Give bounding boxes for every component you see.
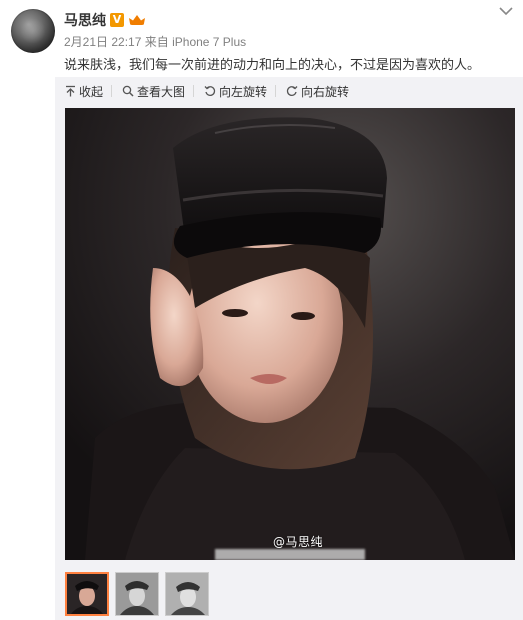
thumbnail-3[interactable] (165, 572, 209, 616)
rotate-left-button[interactable]: 向左旋转 (194, 83, 267, 100)
post-timestamp[interactable]: 2月21日 22:17 (64, 35, 141, 49)
post-text: 说来肤浅，我们每一次前进的动力和向上的决心，不过是因为喜欢的人。 (64, 57, 481, 72)
media-toolbar: 收起 查看大图 向左旋转 向右旋转 (55, 77, 523, 105)
rotate-right-label: 向右旋转 (301, 84, 350, 99)
collapse-icon (65, 85, 76, 97)
view-large-label: 查看大图 (137, 84, 186, 99)
rotate-right-icon (286, 85, 298, 97)
thumbnail-2[interactable] (115, 572, 159, 616)
chevron-down-icon[interactable] (497, 3, 515, 19)
post-source: iPhone 7 Plus (172, 35, 247, 49)
collapse-label: 收起 (79, 84, 104, 99)
post-meta: 2月21日 22:17 来自 iPhone 7 Plus (64, 33, 246, 50)
magnify-icon (122, 85, 134, 97)
author-name[interactable]: 马思纯 (64, 10, 106, 30)
rotate-left-icon (204, 85, 216, 97)
media-panel: 收起 查看大图 向左旋转 向右旋转 @马思纯 (55, 77, 523, 620)
view-large-button[interactable]: 查看大图 (112, 83, 185, 100)
author-row: 马思纯 V (64, 11, 146, 29)
portrait-illustration (65, 108, 515, 560)
photo-watermark: @马思纯 (273, 535, 324, 549)
rotate-right-button[interactable]: 向右旋转 (276, 83, 349, 100)
watermark-blur (215, 549, 365, 560)
avatar[interactable] (11, 9, 55, 53)
thumbnail-1[interactable] (65, 572, 109, 616)
thumbnail-strip (65, 572, 209, 616)
verified-badge-icon[interactable]: V (110, 13, 124, 27)
rotate-left-label: 向左旋转 (219, 84, 268, 99)
member-badge-icon[interactable] (128, 14, 146, 26)
collapse-button[interactable]: 收起 (55, 83, 103, 100)
main-photo[interactable]: @马思纯 (65, 108, 515, 560)
source-prefix: 来自 (144, 35, 169, 49)
